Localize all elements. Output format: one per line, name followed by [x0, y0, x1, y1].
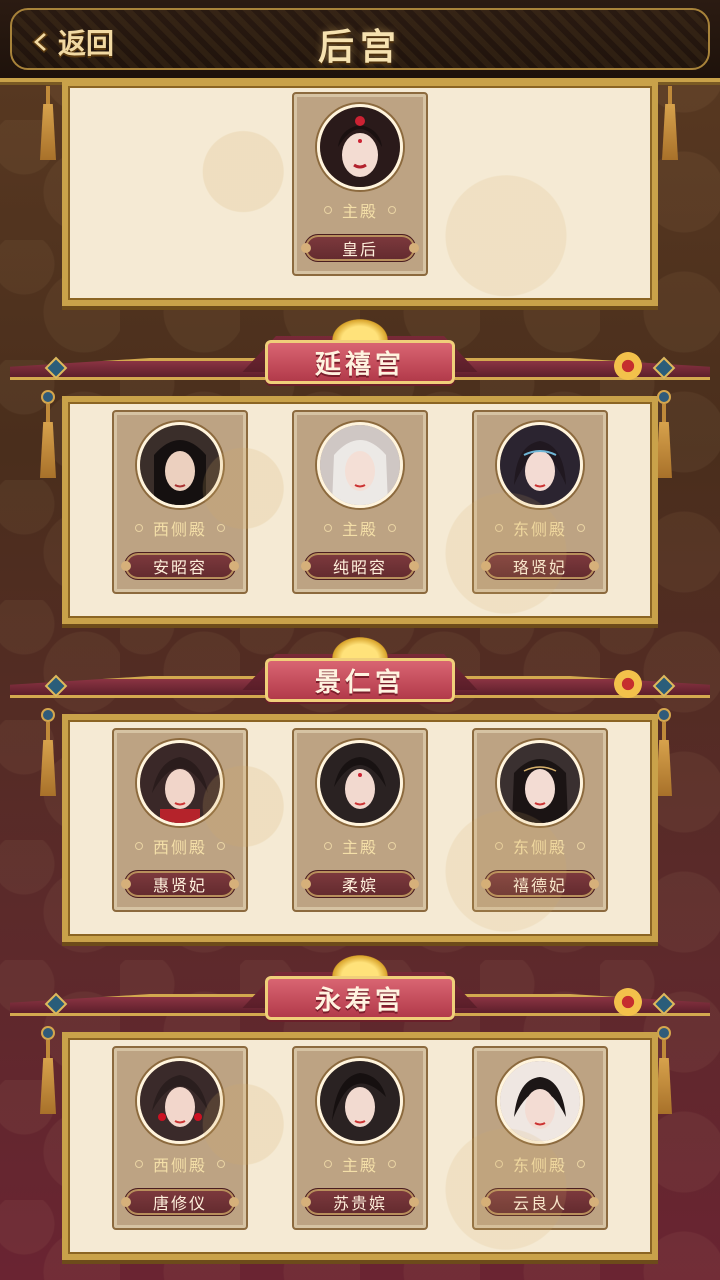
palace-name: 永寿宫 — [314, 985, 405, 1016]
hall-label: 东侧殿 — [512, 520, 567, 539]
palace-panel-empress: 主殿 皇后 — [62, 80, 658, 306]
name-plate: 禧德妃 — [481, 870, 599, 898]
tassel-decoration — [658, 86, 682, 160]
palace-panel: 西侧殿 安昭容 主殿 纯昭容 东侧殿 珞贤妃 — [62, 396, 658, 624]
hall-label: 西侧殿 — [152, 838, 207, 857]
consort-name: 云良人 — [512, 1194, 567, 1213]
consort-avatar — [317, 1058, 403, 1144]
page-title: 后宫 — [317, 26, 402, 68]
consort-card[interactable]: 西侧殿 唐修仪 — [112, 1046, 248, 1230]
consort-name: 惠贤妃 — [152, 876, 207, 895]
hall-label: 东侧殿 — [512, 838, 567, 857]
consort-avatar — [137, 422, 223, 508]
name-plate: 云良人 — [481, 1188, 599, 1216]
palace-banner: 景仁宫 — [10, 634, 710, 714]
consort-avatar — [317, 422, 403, 508]
name-plate: 珞贤妃 — [481, 552, 599, 580]
palace-name: 延禧宫 — [314, 349, 405, 380]
palace-panel: 西侧殿 惠贤妃 主殿 柔嫔 东侧殿 禧德妃 — [62, 714, 658, 942]
flower-ornament — [614, 670, 642, 698]
hall-label: 主殿 — [341, 202, 378, 221]
name-plate: 皇后 — [301, 234, 419, 262]
flower-ornament — [614, 988, 642, 1016]
hall-label: 主殿 — [341, 1156, 378, 1175]
consort-avatar — [497, 1058, 583, 1144]
consort-card[interactable]: 主殿 柔嫔 — [292, 728, 428, 912]
top-bar: 返回 后宫 — [0, 0, 720, 82]
name-plate: 唐修仪 — [121, 1188, 239, 1216]
name-plate: 柔嫔 — [301, 870, 419, 898]
name-plate: 安昭容 — [121, 552, 239, 580]
hall-label: 西侧殿 — [152, 520, 207, 539]
consort-card[interactable]: 西侧殿 惠贤妃 — [112, 728, 248, 912]
consort-name: 安昭容 — [152, 558, 207, 577]
flower-ornament — [614, 352, 642, 380]
name-plate: 纯昭容 — [301, 552, 419, 580]
consort-card[interactable]: 主殿 纯昭容 — [292, 410, 428, 594]
consort-avatar — [317, 104, 403, 190]
palace-banner: 永寿宫 — [10, 952, 710, 1032]
consort-name: 纯昭容 — [332, 558, 387, 577]
tassel-decoration — [36, 390, 60, 478]
consort-card[interactable]: 东侧殿 云良人 — [472, 1046, 608, 1230]
name-plate: 苏贵嫔 — [301, 1188, 419, 1216]
consort-name: 珞贤妃 — [512, 558, 567, 577]
consort-card[interactable]: 东侧殿 珞贤妃 — [472, 410, 608, 594]
palace-name-plaque: 永寿宫 — [265, 976, 455, 1020]
consort-name: 禧德妃 — [512, 876, 567, 895]
tassel-decoration — [36, 708, 60, 796]
palace-panel: 西侧殿 唐修仪 主殿 苏贵嫔 东侧殿 云良人 — [62, 1032, 658, 1260]
tassel-decoration — [36, 86, 60, 160]
consort-name: 苏贵嫔 — [332, 1194, 387, 1213]
consort-name: 皇后 — [341, 240, 378, 259]
palace-name-plaque: 景仁宫 — [265, 658, 455, 702]
hall-label: 主殿 — [341, 838, 378, 857]
hall-label: 西侧殿 — [152, 1156, 207, 1175]
consort-name: 柔嫔 — [341, 876, 378, 895]
consort-avatar — [317, 740, 403, 826]
consort-avatar — [497, 422, 583, 508]
consort-card[interactable]: 西侧殿 安昭容 — [112, 410, 248, 594]
consort-avatar — [137, 1058, 223, 1144]
consort-card[interactable]: 主殿 皇后 — [292, 92, 428, 276]
tassel-decoration — [36, 1026, 60, 1114]
hall-label: 主殿 — [341, 520, 378, 539]
consort-avatar — [497, 740, 583, 826]
consort-card[interactable]: 东侧殿 禧德妃 — [472, 728, 608, 912]
name-plate: 惠贤妃 — [121, 870, 239, 898]
consort-card[interactable]: 主殿 苏贵嫔 — [292, 1046, 428, 1230]
consort-avatar — [137, 740, 223, 826]
palace-name-plaque: 延禧宫 — [265, 340, 455, 384]
hall-label: 东侧殿 — [512, 1156, 567, 1175]
palace-banner: 延禧宫 — [10, 316, 710, 396]
palace-name: 景仁宫 — [314, 667, 405, 698]
consort-name: 唐修仪 — [152, 1194, 207, 1213]
